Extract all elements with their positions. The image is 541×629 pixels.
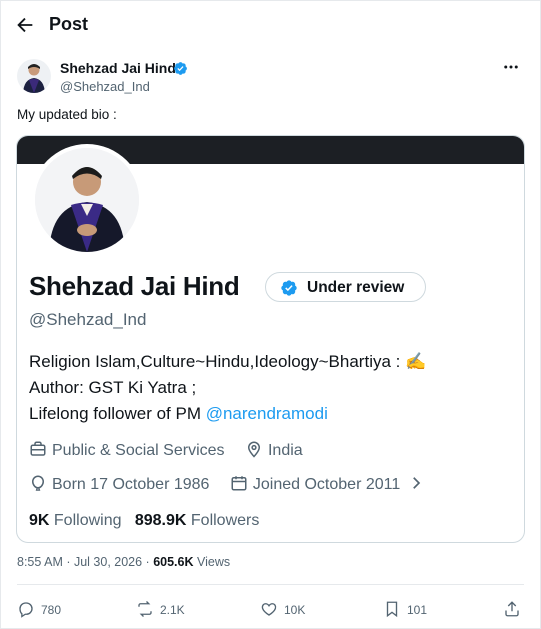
bio-line: Author: GST Ki Yatra ; — [29, 378, 197, 397]
reply-icon — [19, 602, 33, 618]
views-count: 605.6K — [153, 555, 194, 569]
bio-line-text: Lifelong follower of PM — [29, 404, 206, 423]
page-title: Post — [49, 14, 89, 34]
share-icon — [505, 601, 519, 617]
more-icon[interactable] — [502, 58, 520, 76]
profile-birthdate: Born 17 October 1986 — [52, 476, 210, 493]
like-button[interactable]: 10K — [260, 600, 305, 618]
tweet-text: My updated bio : — [17, 107, 117, 122]
repost-button[interactable]: 2.1K — [136, 600, 185, 618]
balloon-icon — [31, 475, 45, 491]
profile-handle: @Shehzad_Ind — [29, 310, 147, 329]
header: Post — [0, 0, 541, 50]
reply-button[interactable]: 780 — [17, 600, 61, 618]
verified-badge-icon — [281, 280, 297, 296]
share-button[interactable] — [503, 600, 527, 618]
bookmark-icon — [386, 601, 398, 618]
following-count: 9K — [29, 512, 50, 529]
avatar[interactable] — [17, 59, 51, 93]
profile-avatar — [31, 144, 143, 256]
profile-bio: Religion Islam,Culture~Hindu,Ideology~Bh… — [29, 349, 519, 427]
bio-line: Religion Islam,Culture~Hindu,Ideology~Bh… — [29, 352, 427, 371]
repost-icon — [138, 601, 152, 617]
author-name[interactable]: Shehzad Jai Hind — [60, 60, 176, 76]
followers-label: Followers — [190, 512, 260, 529]
post-time[interactable]: 8:55 AM · Jul 30, 2026 · — [17, 555, 153, 569]
under-review-badge: Under review — [265, 272, 426, 302]
profile-joined: Joined October 2011 — [252, 476, 401, 493]
calendar-icon — [231, 476, 247, 491]
verified-badge-icon — [174, 62, 187, 75]
action-bar: 780 2.1K 10K 101 — [0, 600, 541, 620]
bookmark-button[interactable]: 101 — [383, 600, 427, 618]
bookmark-count: 101 — [407, 603, 428, 617]
profile-name: Shehzad Jai Hind — [29, 271, 240, 301]
like-count: 10K — [284, 603, 306, 617]
following-label: Following — [53, 512, 122, 529]
profile-meta-row: Public & Social Services India — [29, 440, 319, 460]
post-timestamp: 8:55 AM · Jul 30, 2026 · 605.6K Views — [17, 555, 230, 569]
chevron-right-icon — [412, 477, 420, 489]
reply-count: 780 — [41, 603, 62, 617]
repost-count: 2.1K — [160, 603, 185, 617]
followers-count: 898.9K — [134, 512, 187, 529]
profile-location: India — [267, 442, 303, 459]
back-arrow-icon[interactable] — [14, 14, 36, 36]
location-pin-icon — [247, 441, 260, 458]
like-icon — [261, 603, 277, 616]
briefcase-icon — [30, 441, 46, 456]
under-review-label: Under review — [307, 279, 405, 296]
bio-line: Lifelong follower of PM @narendramodi — [29, 401, 519, 427]
author-handle[interactable]: @Shehzad_Ind — [60, 79, 150, 94]
profile-card-image[interactable]: Shehzad Jai Hind Under review @Shehzad_I… — [16, 135, 525, 543]
follow-stats: 9K Following 898.9K Followers — [29, 512, 259, 530]
profile-dates-row: Born 17 October 1986 Joined October 2011 — [29, 474, 446, 494]
bio-mention: @narendramodi — [205, 404, 328, 423]
views-label: Views — [193, 555, 231, 569]
divider — [17, 584, 524, 585]
profile-category: Public & Social Services — [52, 442, 225, 459]
